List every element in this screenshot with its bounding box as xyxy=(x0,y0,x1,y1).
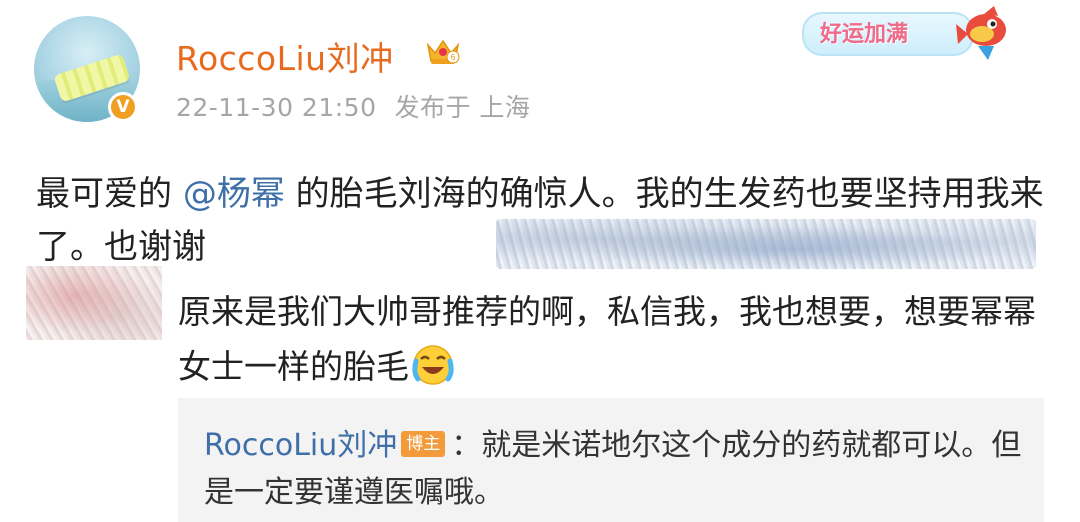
reply-box[interactable]: RoccoLiu刘冲 博主 ：就是米诺地尔这个成分的药就都可以。但是一定要谨遵医嘱哦… xyxy=(178,398,1044,522)
post-timestamp: 22-11-30 21:50 xyxy=(176,93,377,122)
post-mention-link[interactable]: @杨幂 xyxy=(183,174,285,214)
author-username[interactable]: RoccoLiu刘冲 xyxy=(176,32,394,80)
post-text-before: 最可爱的 xyxy=(36,174,183,214)
reply-author-name[interactable]: RoccoLiu刘冲 xyxy=(204,428,397,463)
redacted-area-2 xyxy=(26,266,162,340)
author-tag-badge: 博主 xyxy=(401,430,446,457)
comment-body: 原来是我们大帅哥推荐的啊，私信我，我也想要，想要幂幂女士一样的胎毛 xyxy=(178,284,1058,394)
svg-text:6: 6 xyxy=(451,53,456,62)
lucky-badge[interactable]: 好运加满 xyxy=(802,4,1020,62)
redacted-area-1 xyxy=(496,219,1036,269)
verified-badge-icon: V xyxy=(108,92,138,122)
post-location: 发布于 上海 xyxy=(394,93,531,122)
lucky-badge-text: 好运加满 xyxy=(820,22,909,47)
crying-laugh-emoji-icon xyxy=(412,344,454,385)
crown-icon: 6 xyxy=(426,39,460,64)
reply-content: RoccoLiu刘冲 博主 ：就是米诺地尔这个成分的药就都可以。但是一定要谨遵医嘱哦… xyxy=(204,422,1024,516)
lucky-fish-icon xyxy=(956,6,1006,60)
post-meta: 22-11-30 21:50 发布于 上海 xyxy=(176,88,548,124)
comment-text: 原来是我们大帅哥推荐的啊，私信我，我也想要，想要幂幂女士一样的胎毛 xyxy=(178,292,1036,386)
